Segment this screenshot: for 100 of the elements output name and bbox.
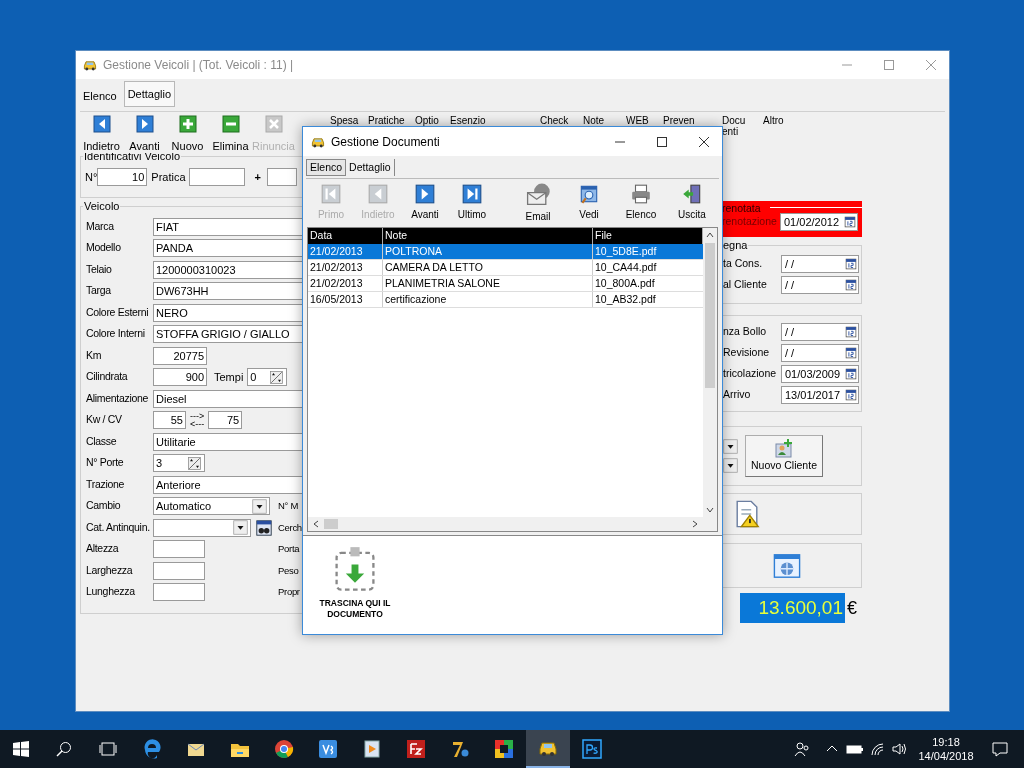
tab[interactable]: Elenco bbox=[80, 85, 120, 107]
toolbar-button[interactable]: Uscita bbox=[669, 180, 715, 225]
date-field[interactable]: 01/03/2009 bbox=[781, 365, 859, 383]
toolbar-button[interactable]: Email bbox=[515, 180, 561, 225]
app-icon bbox=[405, 738, 427, 760]
field-label: Pratica bbox=[151, 169, 186, 185]
date-field[interactable]: 01/02/2012 bbox=[780, 213, 858, 231]
speaker-icon[interactable] bbox=[892, 742, 908, 756]
browser-icon bbox=[273, 738, 295, 760]
toolbar-button[interactable]: Altro bbox=[763, 115, 804, 137]
horizontal-scrollbar[interactable] bbox=[308, 517, 717, 531]
text-field[interactable] bbox=[153, 540, 205, 559]
calendar-icon[interactable] bbox=[844, 367, 858, 381]
toolbar-button[interactable]: Avanti bbox=[402, 180, 448, 225]
text-field[interactable]: Utilitarie bbox=[153, 432, 302, 451]
toolbar-button[interactable]: Nuovo bbox=[166, 112, 209, 153]
scroll-left-icon[interactable] bbox=[312, 520, 320, 528]
tab[interactable]: Elenco bbox=[306, 159, 347, 176]
scroll-thumb[interactable] bbox=[324, 519, 338, 529]
date-field[interactable]: / / bbox=[781, 344, 859, 362]
text-field[interactable]: DW673HH bbox=[153, 282, 302, 301]
toolbar-button[interactable]: Spesa bbox=[330, 115, 368, 126]
toolbar-button[interactable]: Avanti bbox=[123, 112, 166, 153]
field-label: tricolazione bbox=[723, 366, 778, 382]
toolbar-button[interactable]: Elenco bbox=[618, 180, 664, 225]
text-field[interactable]: 75 bbox=[208, 411, 243, 430]
new-client-button[interactable]: Nuovo Cliente bbox=[745, 435, 823, 477]
toolbar-button[interactable]: Elimina bbox=[209, 112, 252, 153]
globe-icon[interactable] bbox=[773, 551, 801, 580]
scroll-right-icon[interactable] bbox=[691, 520, 699, 528]
text-field[interactable]: 1200000310023 bbox=[153, 260, 302, 279]
toolbar-button[interactable]: Esenzio bbox=[450, 115, 540, 126]
field-label: ta Cons. bbox=[723, 256, 764, 272]
text-field[interactable]: 55 bbox=[153, 411, 186, 430]
close-icon[interactable] bbox=[698, 135, 710, 148]
spin-icon[interactable] bbox=[269, 369, 285, 385]
text-field[interactable]: Anteriore bbox=[153, 475, 302, 494]
spin-icon[interactable] bbox=[187, 455, 202, 471]
date-field[interactable]: / / bbox=[781, 255, 859, 273]
tab[interactable]: Dettaglio bbox=[123, 81, 176, 107]
binoculars-icon[interactable] bbox=[255, 518, 273, 537]
next-icon bbox=[134, 114, 155, 134]
date-field[interactable]: / / bbox=[781, 276, 859, 294]
text-field[interactable]: Diesel bbox=[153, 389, 302, 408]
scroll-up-icon[interactable] bbox=[706, 231, 714, 239]
scroll-down-icon[interactable] bbox=[706, 506, 714, 514]
text-field[interactable]: 0 bbox=[247, 368, 288, 387]
toolbar-button[interactable]: Preven bbox=[663, 115, 710, 126]
table-row[interactable]: 16/05/2013 certificazione 10_AB32.pdf bbox=[308, 292, 703, 308]
toolbar-button[interactable]: Optio bbox=[415, 115, 450, 126]
search-icon bbox=[56, 741, 72, 757]
toolbar-button[interactable]: Docu enti bbox=[722, 115, 763, 137]
toolbar-button[interactable]: Check bbox=[540, 115, 583, 126]
tab[interactable]: Dettaglio bbox=[346, 159, 395, 176]
text-field[interactable] bbox=[153, 583, 205, 602]
calendar-icon[interactable] bbox=[844, 278, 858, 292]
calendar-icon[interactable] bbox=[844, 325, 858, 339]
calendar-icon[interactable] bbox=[844, 388, 858, 402]
calendar-icon[interactable] bbox=[844, 257, 858, 271]
toolbar-button[interactable]: WEB bbox=[626, 115, 663, 126]
vertical-scrollbar[interactable] bbox=[703, 228, 717, 517]
text-field[interactable] bbox=[153, 561, 205, 580]
document-drop-icon[interactable] bbox=[332, 546, 378, 592]
date-field[interactable]: 13/01/2017 bbox=[781, 386, 859, 404]
toolbar-button[interactable]: Note bbox=[583, 115, 626, 126]
field-label: Cerch bbox=[278, 520, 302, 535]
notification-icon[interactable] bbox=[992, 741, 1008, 757]
calendar-icon[interactable] bbox=[843, 215, 857, 229]
number-field[interactable]: 10 bbox=[97, 168, 148, 186]
calendar-icon[interactable] bbox=[844, 346, 858, 360]
text-field[interactable]: 20775 bbox=[153, 346, 207, 365]
people-icon[interactable] bbox=[794, 741, 810, 757]
date-field[interactable]: / / bbox=[781, 323, 859, 341]
dropdown-field[interactable]: Automatico bbox=[153, 497, 270, 516]
battery-icon[interactable] bbox=[846, 743, 864, 755]
text-field[interactable] bbox=[267, 168, 298, 186]
text-field[interactable]: STOFFA GRIGIO / GIALLO bbox=[153, 325, 302, 344]
toolbar-button[interactable]: Pratiche bbox=[368, 115, 415, 126]
text-field[interactable]: NERO bbox=[153, 303, 302, 322]
table-row[interactable]: 21/02/2013 CAMERA DA LETTO 10_CA44.pdf bbox=[308, 260, 703, 276]
toolbar-button[interactable]: Indietro bbox=[80, 112, 123, 153]
table-cell: CAMERA DA LETTO bbox=[383, 260, 593, 275]
text-field[interactable]: FIAT bbox=[153, 217, 302, 236]
field-label: Cilindrata bbox=[86, 369, 129, 385]
taskbar-button[interactable] bbox=[526, 730, 570, 768]
clock[interactable]: 19:18 14/04/2018 bbox=[916, 735, 976, 763]
table-row[interactable]: 21/02/2013 POLTRONA 10_5D8E.pdf bbox=[308, 244, 703, 260]
door-icon bbox=[681, 183, 703, 205]
table-row[interactable]: 21/02/2013 PLANIMETRIA SALONE 10_800A.pdf bbox=[308, 276, 703, 292]
text-field[interactable] bbox=[188, 168, 245, 186]
toolbar-button[interactable]: Vedi bbox=[566, 180, 612, 225]
wifi-icon[interactable] bbox=[870, 742, 886, 756]
text-field[interactable]: 900 bbox=[153, 368, 207, 387]
dropdown-field[interactable] bbox=[153, 518, 251, 537]
text-field[interactable]: PANDA bbox=[153, 239, 302, 258]
printer-icon bbox=[630, 183, 652, 205]
toolbar-button[interactable]: Ultimo bbox=[449, 180, 495, 225]
text-field[interactable]: 3 bbox=[153, 454, 205, 473]
maximize-icon[interactable] bbox=[656, 135, 668, 148]
scroll-thumb[interactable] bbox=[705, 243, 715, 388]
